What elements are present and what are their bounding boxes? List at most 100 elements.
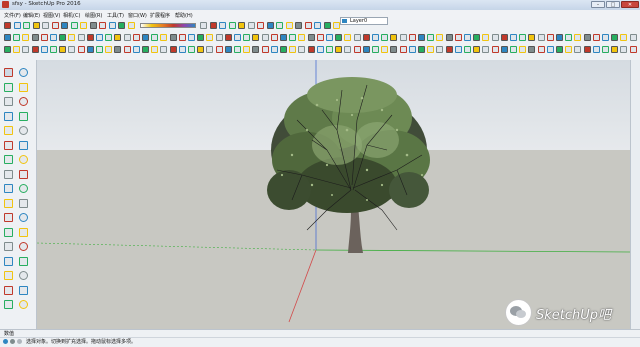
toolbar-tool-icon[interactable] — [362, 34, 370, 41]
toolbar-tool-icon[interactable] — [491, 46, 499, 53]
menu-camera[interactable]: 相机(C) — [63, 12, 80, 19]
toolbar-tool-icon[interactable] — [304, 22, 312, 29]
toolbar-tool-icon[interactable] — [316, 46, 324, 53]
eraser-icon[interactable] — [19, 82, 28, 92]
toolbar-tool-icon[interactable] — [234, 34, 241, 41]
toolbar-tool-icon[interactable] — [500, 46, 508, 53]
toolbar-tool-icon[interactable] — [228, 22, 236, 29]
toolbar-tool-icon[interactable] — [270, 46, 278, 53]
toolbar-tool-icon[interactable] — [353, 34, 361, 41]
toolbar-tool-icon[interactable] — [252, 46, 260, 53]
zoom-extents-icon[interactable] — [4, 271, 13, 280]
rotated-rectangle-icon[interactable] — [19, 111, 28, 121]
toolbar-tool-icon[interactable] — [224, 46, 232, 53]
toolbar-tool-icon[interactable] — [276, 22, 283, 29]
toolbar-tool-icon[interactable] — [583, 46, 591, 53]
toolbar-tool-icon[interactable] — [500, 34, 508, 41]
toolbar-tool-icon[interactable] — [335, 46, 343, 53]
toolbar-tool-icon[interactable] — [114, 34, 122, 41]
position-camera-icon[interactable] — [4, 285, 13, 295]
look-around-icon[interactable] — [4, 300, 13, 309]
menu-file[interactable]: 文件(F) — [4, 12, 21, 19]
toolbar-tool-icon[interactable] — [197, 46, 205, 53]
toolbar-tool-icon[interactable] — [13, 22, 21, 29]
toolbar-tool-icon[interactable] — [464, 46, 471, 53]
toolbar-tool-icon[interactable] — [629, 46, 637, 53]
component-icon[interactable] — [19, 68, 28, 77]
toolbar-tool-icon[interactable] — [219, 22, 226, 29]
toolbar-tool-icon[interactable] — [32, 22, 40, 29]
toolbar-tool-icon[interactable] — [215, 46, 223, 53]
toolbar-tool-icon[interactable] — [326, 34, 333, 41]
toolbar-tool-icon[interactable] — [151, 46, 159, 53]
toolbar-tool-icon[interactable] — [127, 22, 135, 29]
toolbar-tool-icon[interactable] — [611, 34, 619, 41]
toolbar-tool-icon[interactable] — [372, 34, 379, 41]
toolbar-tool-icon[interactable] — [362, 46, 370, 53]
toolbar-tool-icon[interactable] — [482, 34, 490, 41]
toolbar-tool-icon[interactable] — [169, 46, 177, 53]
toolbar-tool-icon[interactable] — [31, 34, 39, 41]
paint-bucket-icon[interactable] — [4, 82, 13, 92]
toolbar-tool-icon[interactable] — [482, 46, 490, 53]
toolbar-tool-icon[interactable] — [427, 34, 435, 41]
toolbar-tool-icon[interactable] — [89, 22, 97, 29]
toolbar-tool-icon[interactable] — [289, 46, 297, 53]
toolbar-tool-icon[interactable] — [40, 46, 48, 53]
toolbar-tool-icon[interactable] — [295, 22, 302, 29]
toolbar-tool-icon[interactable] — [68, 34, 76, 41]
toolbar-tool-icon[interactable] — [344, 46, 352, 53]
toolbar-tool-icon[interactable] — [408, 46, 416, 53]
circle-icon[interactable] — [4, 126, 13, 135]
toolbar-tool-icon[interactable] — [418, 34, 425, 41]
toolbar-tool-icon[interactable] — [105, 46, 113, 53]
arc-icon[interactable] — [4, 140, 13, 150]
move-icon[interactable] — [4, 155, 13, 164]
toolbar-tool-icon[interactable] — [602, 34, 609, 41]
toolbar-tool-icon[interactable] — [132, 46, 140, 53]
toolbar-tool-icon[interactable] — [473, 46, 481, 53]
toolbar-tool-icon[interactable] — [298, 46, 306, 53]
toolbar-tool-icon[interactable] — [142, 46, 149, 53]
toolbar-tool-icon[interactable] — [61, 22, 68, 29]
toolbar-tool-icon[interactable] — [206, 46, 214, 53]
toolbar-tool-icon[interactable] — [592, 46, 600, 53]
toolbar-tool-icon[interactable] — [298, 34, 306, 41]
toolbar-tool-icon[interactable] — [243, 34, 251, 41]
toolbar-tool-icon[interactable] — [280, 34, 287, 41]
toolbar-tool-icon[interactable] — [99, 22, 106, 29]
toolbar-tool-icon[interactable] — [592, 34, 600, 41]
toolbar-tool-icon[interactable] — [408, 34, 416, 41]
maximize-button[interactable]: □ — [606, 1, 620, 8]
toolbar-tool-icon[interactable] — [42, 22, 49, 29]
toolbar-tool-icon[interactable] — [491, 34, 499, 41]
toolbar-tool-icon[interactable] — [4, 46, 11, 53]
toolbar-tool-icon[interactable] — [556, 34, 563, 41]
toolbar-tool-icon[interactable] — [206, 34, 214, 41]
toolbar-tool-icon[interactable] — [445, 46, 453, 53]
toolbar-tool-icon[interactable] — [307, 46, 315, 53]
toolbar-tool-icon[interactable] — [353, 46, 361, 53]
toolbar-tool-icon[interactable] — [546, 46, 554, 53]
line-icon[interactable] — [4, 97, 13, 106]
text-icon[interactable] — [19, 213, 28, 222]
toolbar-tool-icon[interactable] — [80, 22, 87, 29]
toolbar-tool-icon[interactable] — [261, 46, 269, 53]
menu-draw[interactable]: 绘图(R) — [85, 12, 102, 19]
toolbar-tool-icon[interactable] — [583, 34, 591, 41]
toolbar-tool-icon[interactable] — [454, 46, 462, 53]
toolbar-tool-icon[interactable] — [280, 46, 287, 53]
toolbar-tool-icon[interactable] — [270, 34, 278, 41]
toolbar-tool-icon[interactable] — [537, 34, 545, 41]
toolbar-tool-icon[interactable] — [123, 46, 131, 53]
toolbar-tool-icon[interactable] — [418, 46, 425, 53]
toolbar-tool-icon[interactable] — [261, 34, 269, 41]
menu-help[interactable]: 帮助(H) — [175, 12, 193, 19]
toolbar-tool-icon[interactable] — [188, 34, 195, 41]
toolbar-tool-icon[interactable] — [247, 22, 255, 29]
toolbar-tool-icon[interactable] — [611, 46, 619, 53]
toolbar-tool-icon[interactable] — [209, 22, 217, 29]
pie-icon[interactable] — [19, 140, 28, 150]
toolbar-tool-icon[interactable] — [224, 34, 232, 41]
minimize-button[interactable]: – — [591, 1, 605, 8]
